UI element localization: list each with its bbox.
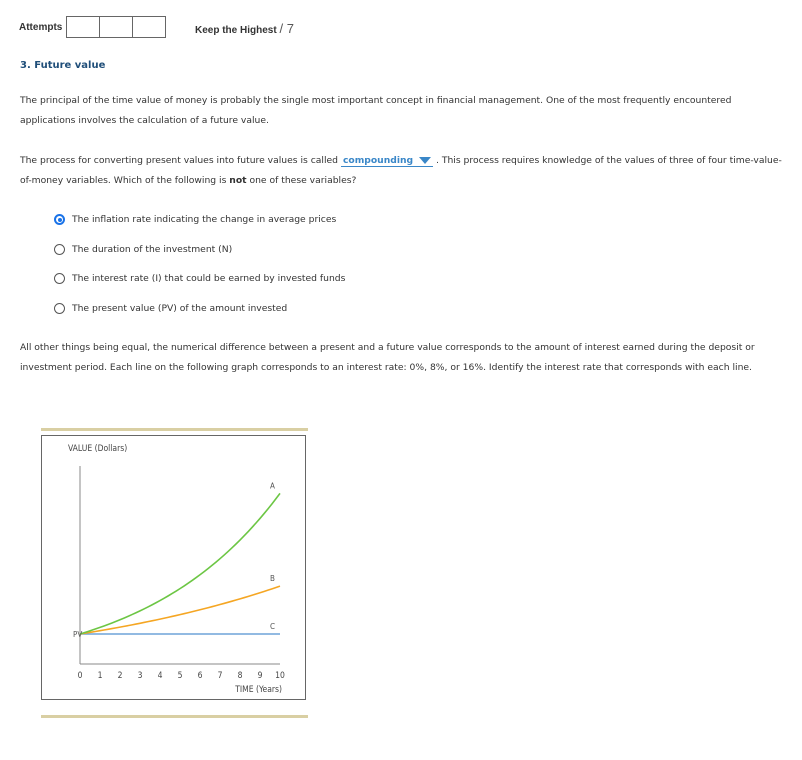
pv-label: PV [73,630,82,639]
x-tick-label: 0 [78,671,83,681]
x-tick-label: 8 [238,671,243,681]
series-label-c: C [270,622,275,631]
x-tick-label: 5 [178,671,183,681]
y-axis-label: VALUE (Dollars) [68,444,127,454]
x-axis-label: TIME (Years) [234,685,282,695]
series-label-b: B [270,574,275,583]
series-label-a: A [270,481,275,490]
series-line-a [79,492,281,635]
x-tick-label: 9 [258,671,263,681]
x-tick-label: 3 [138,671,143,681]
x-tick-label: 2 [118,671,123,681]
future-value-chart: VALUE (Dollars) 0 1 2 3 4 5 6 7 8 9 10 TIME (Years… [68,444,285,695]
x-tick-label: 4 [158,671,163,681]
series-line-b [79,585,281,635]
x-tick-label: 7 [218,671,223,681]
x-tick-label: 6 [198,671,203,681]
x-tick-label: 1 [98,671,103,681]
x-tick-label: 10 [275,671,285,681]
